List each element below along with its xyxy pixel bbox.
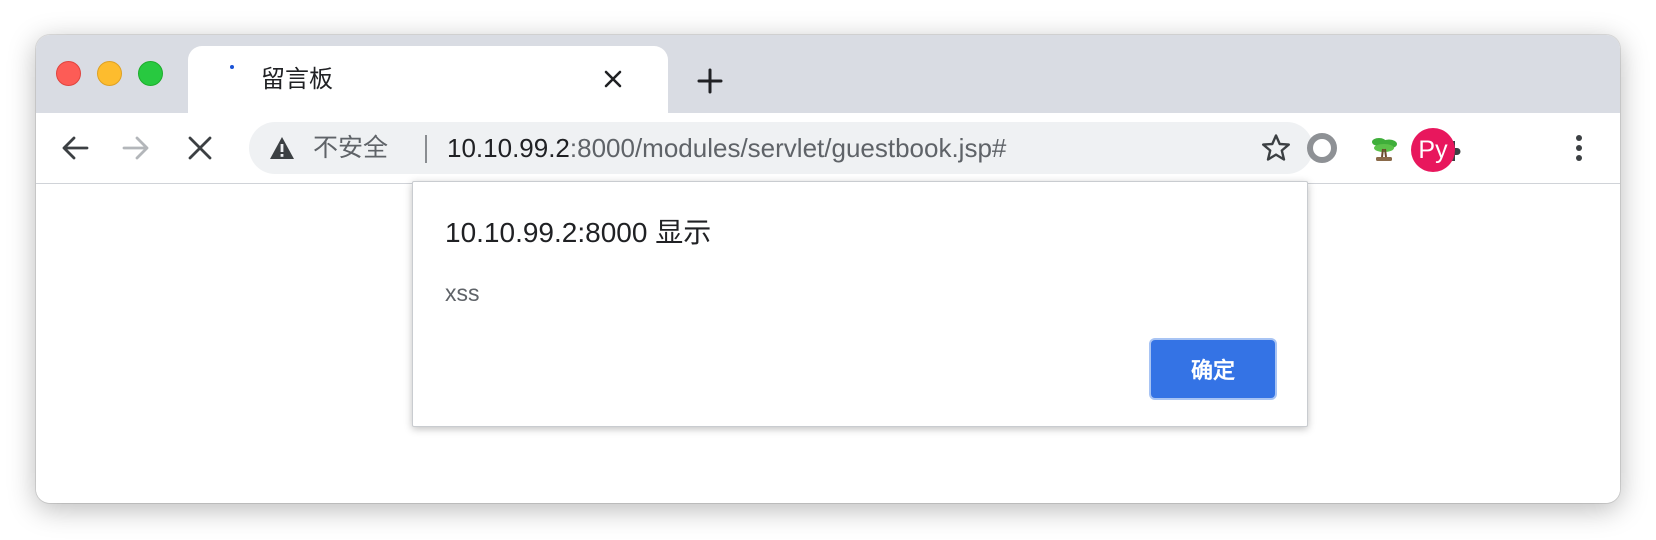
url-text[interactable]: 10.10.99.2:8000/modules/servlet/guestboo… [447, 133, 1006, 163]
tab-close-button[interactable] [598, 64, 628, 94]
fullscreen-window-button[interactable] [138, 61, 163, 86]
arrow-left-icon [62, 136, 89, 160]
tab-guestbook[interactable]: 留言板 [188, 46, 668, 113]
tab-title: 留言板 [261, 66, 333, 93]
address-bar[interactable]: 不安全 10.10.99.2:8000/modules/servlet/gues… [249, 122, 1313, 174]
browser-window: 留言板 不安全 10.10.99.2:8000/modules/servlet/… [36, 35, 1620, 503]
minimize-window-button[interactable] [97, 61, 122, 86]
screen: 留言板 不安全 10.10.99.2:8000/modules/servlet/… [0, 0, 1656, 540]
close-icon [604, 70, 622, 88]
security-status-label[interactable]: 不安全 [313, 133, 388, 163]
bookmark-button[interactable] [1259, 131, 1293, 165]
plus-icon [697, 68, 723, 94]
tab-strip: 留言板 [36, 35, 1620, 113]
new-tab-button[interactable] [694, 65, 726, 97]
bonsai-extension-button[interactable] [1366, 130, 1402, 166]
stop-loading-button[interactable] [182, 130, 218, 166]
close-window-button[interactable] [56, 61, 81, 86]
vertical-dots-icon [1576, 135, 1582, 161]
star-outline-icon [1262, 134, 1290, 161]
address-separator [425, 135, 427, 163]
back-button[interactable] [57, 130, 93, 166]
warning-triangle-icon[interactable] [269, 136, 295, 160]
bonsai-extension-icon [1372, 138, 1397, 161]
browser-menu-button[interactable] [1561, 130, 1597, 166]
forward-button[interactable] [118, 130, 154, 166]
alert-dialog: 10.10.99.2:8000 显示 xss 确定 [412, 181, 1308, 427]
ok-button[interactable]: 确定 [1149, 338, 1277, 400]
loading-dot-icon [230, 65, 234, 69]
profile-avatar[interactable]: Py [1411, 128, 1455, 172]
url-path: :8000/modules/servlet/guestbook.jsp# [569, 133, 1007, 163]
close-icon [188, 136, 212, 160]
ring-extension-button[interactable] [1304, 130, 1340, 166]
ring-extension-icon [1307, 133, 1337, 163]
url-host: 10.10.99.2 [447, 133, 570, 163]
dialog-title: 10.10.99.2:8000 显示 [445, 217, 712, 248]
dialog-message: xss [445, 280, 480, 306]
toolbar: 不安全 10.10.99.2:8000/modules/servlet/gues… [36, 113, 1620, 184]
arrow-right-icon [122, 136, 149, 160]
